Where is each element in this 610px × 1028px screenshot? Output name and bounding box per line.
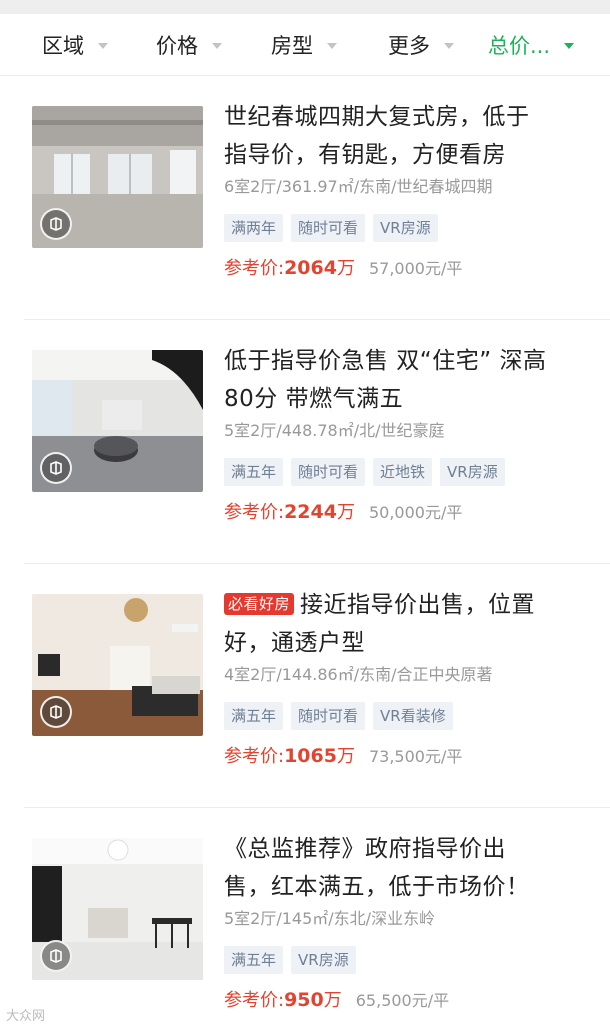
listing-tags: 满五年 VR房源	[224, 946, 584, 974]
title-line: 《总监推荐》政府指导价出	[224, 836, 506, 862]
price-value: 2244	[284, 501, 337, 523]
price-row: 参考价: 1065 万 73,500元/平	[224, 742, 584, 768]
vr-house-icon	[40, 208, 72, 240]
listing-meta: 4室2厅/144.86㎡/东南/合正中央原著	[224, 665, 493, 684]
caret-down-icon	[444, 43, 454, 49]
title-line: 80分 带燃气满五	[224, 386, 404, 412]
filter-bar: 区域 价格 房型 更多 总价...	[0, 14, 610, 76]
price-row: 参考价: 950 万 65,500元/平	[224, 986, 584, 1012]
price-unit: 万	[323, 990, 342, 1011]
status-strip	[0, 0, 610, 14]
listing-meta: 5室2厅/448.78㎡/北/世纪豪庭	[224, 421, 445, 440]
tag: 满两年	[224, 214, 284, 242]
price-unit: 万	[336, 258, 355, 279]
price-prefix: 参考价:	[224, 746, 285, 767]
price-unit: 万	[336, 502, 355, 523]
price-value: 2064	[284, 257, 337, 279]
listing-info: 低于指导价急售 双“住宅” 深高 80分 带燃气满五 5室2厅/448.78㎡/…	[224, 342, 584, 524]
listing-info: 《总监推荐》政府指导价出 售，红本满五，低于市场价！ 5室2厅/145㎡/东北/…	[224, 830, 584, 1012]
tag: 满五年	[224, 946, 284, 974]
unit-price: 50,000元/平	[368, 503, 463, 522]
listing-meta: 5室2厅/145㎡/东北/深业东岭	[224, 909, 436, 928]
filter-region[interactable]: 区域	[42, 14, 108, 76]
caret-down-icon	[212, 43, 222, 49]
price-unit: 万	[336, 746, 355, 767]
filter-total-price[interactable]: 总价...	[488, 14, 575, 76]
listing-photo[interactable]	[32, 350, 203, 492]
price-value: 1065	[284, 745, 337, 767]
listing-title[interactable]: 低于指导价急售 双“住宅” 深高 80分 带燃气满五	[224, 342, 584, 418]
listing-title[interactable]: 《总监推荐》政府指导价出 售，红本满五，低于市场价！	[224, 830, 584, 906]
listing-card[interactable]: 低于指导价急售 双“住宅” 深高 80分 带燃气满五 5室2厅/448.78㎡/…	[0, 320, 610, 564]
listing-photo[interactable]	[32, 594, 203, 736]
listing-title[interactable]: 必看好房 接近指导价出售，位置 好，通透户型	[224, 586, 584, 662]
vr-house-icon	[40, 452, 72, 484]
filter-price[interactable]: 价格	[156, 14, 222, 76]
tag: VR房源	[440, 458, 505, 486]
unit-price: 57,000元/平	[368, 259, 463, 278]
vr-house-icon	[40, 696, 72, 728]
tag: 满五年	[224, 702, 284, 730]
price-row: 参考价: 2244 万 50,000元/平	[224, 498, 584, 524]
caret-down-icon	[327, 43, 337, 49]
price-value: 950	[284, 989, 324, 1011]
title-line: 世纪春城四期大复式房，低于	[224, 104, 530, 130]
price-prefix: 参考价:	[224, 990, 285, 1011]
unit-price: 73,500元/平	[368, 747, 463, 766]
listing-info: 必看好房 接近指导价出售，位置 好，通透户型 4室2厅/144.86㎡/东南/合正…	[224, 586, 584, 768]
listing-photo[interactable]	[32, 838, 203, 980]
listing-info: 世纪春城四期大复式房，低于 指导价，有钥匙，方便看房 6室2厅/361.97㎡/…	[224, 98, 584, 280]
listing-card[interactable]: 世纪春城四期大复式房，低于 指导价，有钥匙，方便看房 6室2厅/361.97㎡/…	[0, 76, 610, 320]
filter-layout[interactable]: 房型	[271, 14, 337, 76]
caret-down-icon	[98, 43, 108, 49]
filter-label: 总价...	[488, 34, 551, 58]
tag: VR房源	[373, 214, 438, 242]
caret-down-icon	[564, 43, 575, 49]
listing-tags: 满五年 随时可看 近地铁 VR房源	[224, 458, 584, 486]
title-line: 好，通透户型	[224, 630, 365, 656]
listing-tags: 满两年 随时可看 VR房源	[224, 214, 584, 242]
must-see-badge: 必看好房	[224, 593, 295, 615]
title-text: 接近指导价出售，位置	[300, 592, 536, 618]
filter-label: 更多	[388, 34, 430, 58]
filter-label: 价格	[156, 34, 198, 58]
title-line: 售，红本满五，低于市场价！	[224, 874, 530, 900]
listing-photo[interactable]	[32, 106, 203, 248]
price-row: 参考价: 2064 万 57,000元/平	[224, 254, 584, 280]
watermark: 大众网	[6, 1009, 46, 1024]
price-prefix: 参考价:	[224, 258, 285, 279]
listing-meta: 6室2厅/361.97㎡/东南/世纪春城四期	[224, 177, 493, 196]
unit-price: 65,500元/平	[355, 991, 450, 1010]
filter-label: 区域	[42, 34, 84, 58]
title-line: 指导价，有钥匙，方便看房	[224, 142, 506, 168]
vr-house-icon	[40, 940, 72, 972]
price-prefix: 参考价:	[224, 502, 285, 523]
filter-label: 房型	[271, 34, 313, 58]
tag: 随时可看	[291, 702, 366, 730]
listing-tags: 满五年 随时可看 VR看装修	[224, 702, 584, 730]
listing-card[interactable]: 必看好房 接近指导价出售，位置 好，通透户型 4室2厅/144.86㎡/东南/合正…	[0, 564, 610, 808]
tag: 随时可看	[291, 458, 366, 486]
filter-more[interactable]: 更多	[388, 14, 454, 76]
title-line: 必看好房 接近指导价出售，位置	[224, 586, 584, 624]
tag: 满五年	[224, 458, 284, 486]
listing-card[interactable]: 《总监推荐》政府指导价出 售，红本满五，低于市场价！ 5室2厅/145㎡/东北/…	[0, 808, 610, 1028]
tag: 随时可看	[291, 214, 366, 242]
tag: 近地铁	[373, 458, 433, 486]
listing-title[interactable]: 世纪春城四期大复式房，低于 指导价，有钥匙，方便看房	[224, 98, 584, 174]
tag: VR看装修	[373, 702, 453, 730]
title-line: 低于指导价急售 双“住宅” 深高	[224, 348, 547, 374]
tag: VR房源	[291, 946, 356, 974]
